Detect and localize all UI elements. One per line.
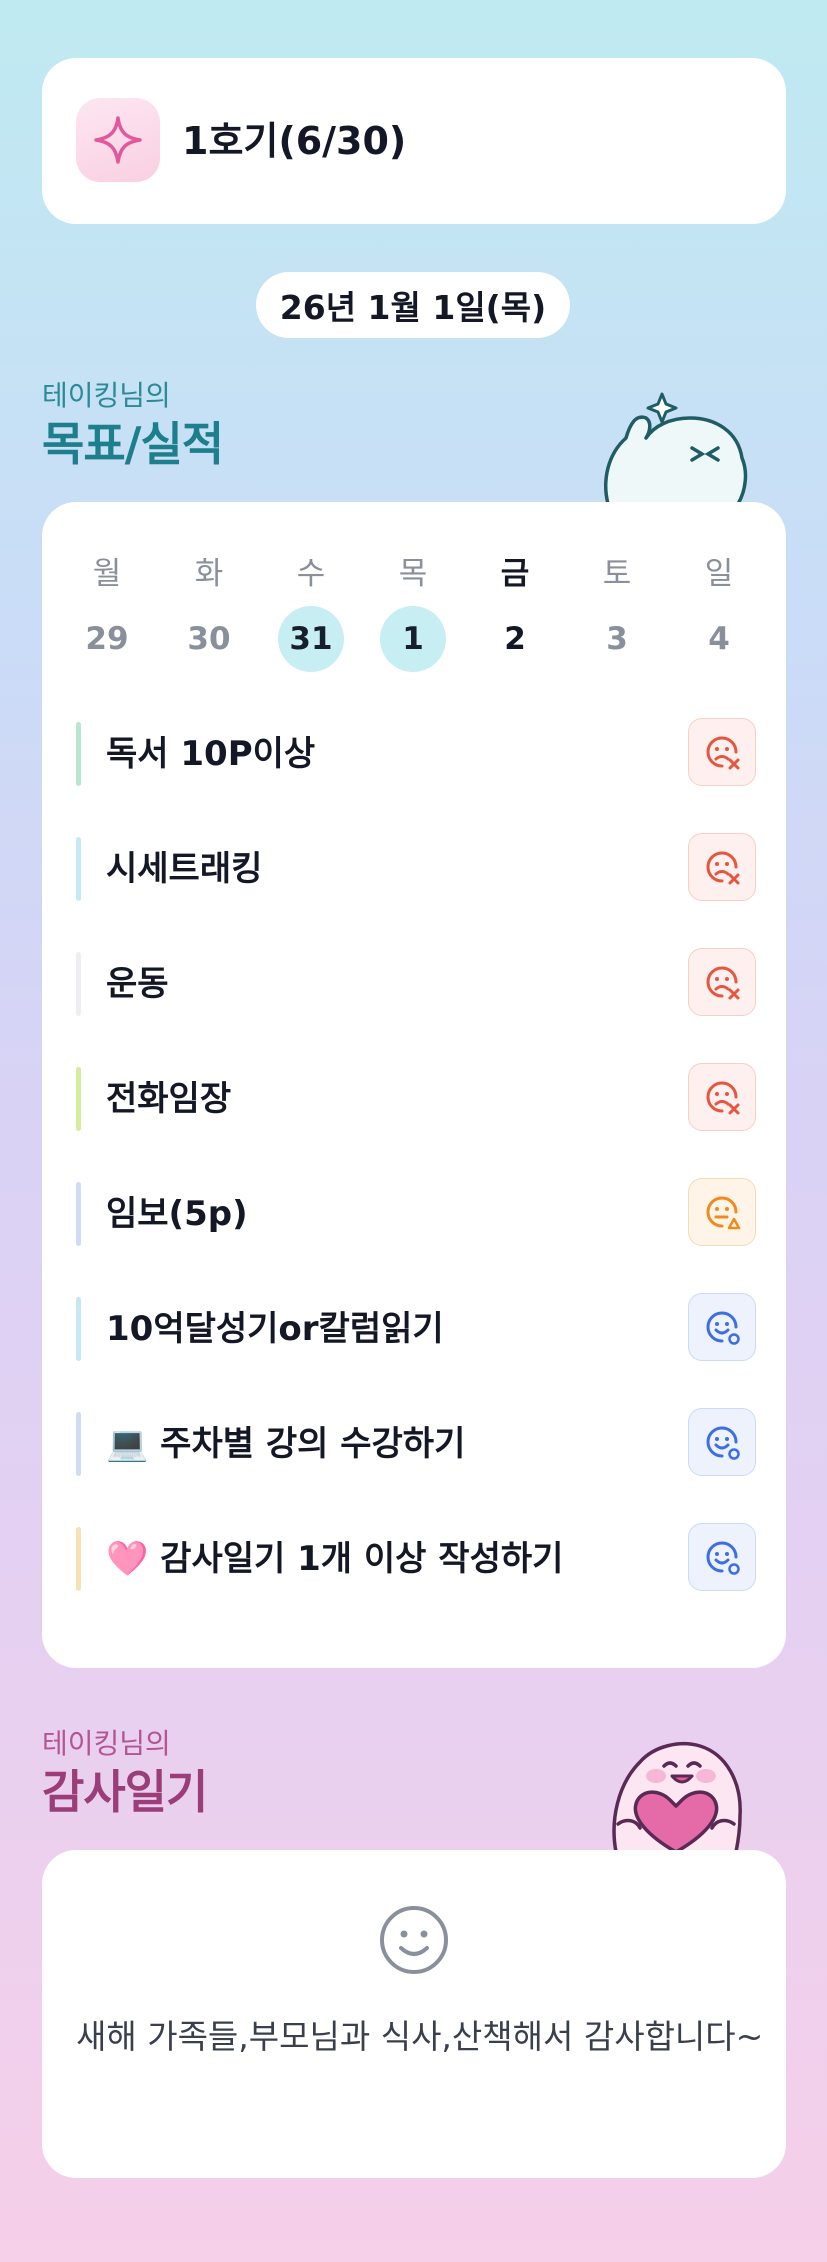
weekday-label: 수 — [296, 556, 326, 592]
goals-card: 월 29 화 30 수 31 목 1 금 2 토 3 일 4 독서 10P이상 … — [42, 502, 786, 1668]
smile-face-circle-icon[interactable] — [688, 1523, 756, 1591]
weekday-label: 금 — [500, 556, 530, 592]
goal-label: 시세트래킹 — [106, 849, 263, 889]
gratitude-entry-card[interactable]: 새해 가족들,부모님과 식사,산책해서 감사합니다~ — [42, 1850, 786, 2178]
goal-color-bar — [76, 1297, 81, 1361]
goal-label: 독서 10P이상 — [106, 734, 316, 774]
date-number: 3 — [606, 621, 628, 657]
neutral-face-triangle-icon[interactable] — [688, 1178, 756, 1246]
goal-color-bar — [76, 722, 81, 786]
date-number: 4 — [708, 621, 730, 657]
sad-face-x-icon[interactable] — [688, 833, 756, 901]
sad-face-x-icon[interactable] — [688, 948, 756, 1016]
smile-face-circle-icon[interactable] — [688, 1408, 756, 1476]
sparkle-icon — [76, 98, 160, 182]
cohort-label: 1호기(6/30) — [182, 119, 407, 163]
weekday-label: 월 — [92, 556, 122, 592]
calendar-day[interactable]: 수 31 — [276, 540, 346, 672]
date-number: 29 — [85, 621, 129, 657]
goal-label: 10억달성기or칼럼읽기 — [106, 1309, 444, 1349]
week-calendar: 월 29 화 30 수 31 목 1 금 2 토 3 일 4 — [72, 540, 786, 672]
goal-label: 🩷 감사일기 1개 이상 작성하기 — [106, 1539, 564, 1579]
calendar-day[interactable]: 화 30 — [174, 540, 244, 670]
goal-color-bar — [76, 1527, 81, 1591]
goal-item[interactable]: 시세트래킹 — [76, 833, 756, 905]
weekday-label: 일 — [704, 556, 734, 592]
weekday-label: 목 — [398, 556, 428, 592]
cohort-card[interactable]: 1호기(6/30) — [42, 58, 786, 224]
date-number: 2 — [504, 621, 526, 657]
goal-label: 임보(5p) — [106, 1194, 248, 1234]
mascot-heart-illustration — [596, 1724, 756, 1856]
goal-color-bar — [76, 837, 81, 901]
sad-face-x-icon[interactable] — [688, 1063, 756, 1131]
weekday-label: 화 — [194, 556, 224, 592]
calendar-day[interactable]: 일 4 — [684, 540, 754, 670]
goal-item[interactable]: 전화임장 — [76, 1063, 756, 1135]
gratitude-section-title: 감사일기 — [42, 1765, 208, 1819]
goal-label: 💻 주차별 강의 수강하기 — [106, 1424, 466, 1464]
calendar-day-selected[interactable]: 목 1 — [378, 540, 448, 672]
date-pill[interactable]: 26년 1월 1일(목) — [256, 272, 570, 338]
goal-item[interactable]: 10억달성기or칼럼읽기 — [76, 1293, 756, 1365]
date-number: 1 — [380, 606, 446, 672]
goal-label: 운동 — [106, 964, 169, 1004]
smile-face-icon — [378, 1904, 450, 1980]
calendar-day[interactable]: 월 29 — [72, 540, 142, 670]
goal-item[interactable]: 독서 10P이상 — [76, 718, 756, 790]
weekday-label: 토 — [602, 556, 632, 592]
goal-color-bar — [76, 952, 81, 1016]
date-number: 31 — [278, 606, 344, 672]
goal-color-bar — [76, 1412, 81, 1476]
goal-item[interactable]: 운동 — [76, 948, 756, 1020]
calendar-day[interactable]: 토 3 — [582, 540, 652, 670]
goal-item[interactable]: 💻 주차별 강의 수강하기 — [76, 1408, 756, 1480]
goal-color-bar — [76, 1067, 81, 1131]
mascot-thumbs-up-illustration — [596, 374, 766, 508]
calendar-day-today[interactable]: 금 2 — [480, 540, 550, 670]
goal-item[interactable]: 🩷 감사일기 1개 이상 작성하기 — [76, 1523, 756, 1595]
smile-face-circle-icon[interactable] — [688, 1293, 756, 1361]
goal-item[interactable]: 임보(5p) — [76, 1178, 756, 1250]
goal-color-bar — [76, 1182, 81, 1246]
date-number: 30 — [187, 621, 231, 657]
gratitude-entry-text: 새해 가족들,부모님과 식사,산책해서 감사합니다~ — [76, 2017, 764, 2056]
sad-face-x-icon[interactable] — [688, 718, 756, 786]
goal-label: 전화임장 — [106, 1079, 232, 1119]
goals-section-title: 목표/실적 — [42, 417, 224, 471]
